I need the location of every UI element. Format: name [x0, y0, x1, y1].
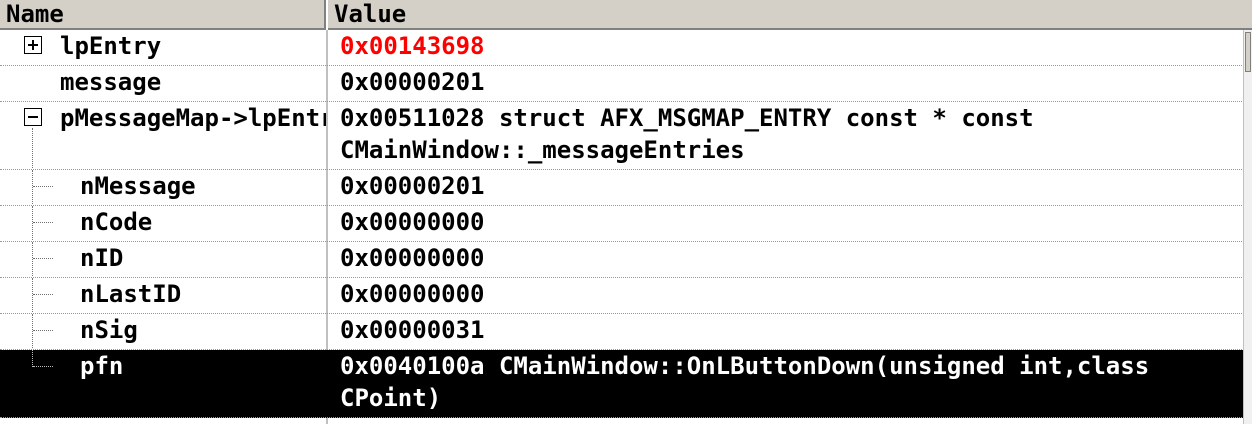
name-cell: nSig [0, 314, 326, 349]
name-cell: pfn [0, 350, 326, 417]
collapse-minus-icon[interactable] [24, 108, 42, 126]
row-name: pfn [80, 352, 124, 380]
row-name: pMessageMap->lpEntries [60, 104, 326, 132]
scrollbar-thumb[interactable] [1245, 32, 1251, 72]
row-value[interactable]: 0x00143698 [340, 30, 1240, 62]
row-name: nLastID [80, 280, 182, 308]
watch-window: Name Value lpEntry 0x00143698 message 0x… [0, 0, 1252, 424]
watch-row-nmessage[interactable]: nMessage 0x00000201 [0, 170, 1244, 206]
row-value[interactable]: 0x00000201 [340, 66, 1240, 98]
tree-branch-icon [33, 366, 53, 367]
watch-row-lpentry[interactable]: lpEntry 0x00143698 [0, 30, 1244, 66]
name-cell: pMessageMap->lpEntries [0, 102, 326, 169]
column-header-value[interactable]: Value [328, 0, 1252, 30]
tree-branch-icon [33, 186, 53, 187]
name-cell: lpEntry [0, 30, 326, 65]
name-cell: message [0, 66, 326, 101]
name-cell: nID [0, 242, 326, 277]
row-value[interactable]: 0x00000000 [340, 242, 1240, 274]
name-cell: nCode [0, 206, 326, 241]
watch-row-nlastid[interactable]: nLastID 0x00000000 [0, 278, 1244, 314]
tree-branch-icon [33, 222, 53, 223]
name-cell: nMessage [0, 170, 326, 205]
watch-row-nsig[interactable]: nSig 0x00000031 [0, 314, 1244, 350]
watch-row-pmessagemap-lpentries[interactable]: pMessageMap->lpEntries 0x00511028 struct… [0, 102, 1244, 170]
watch-row-ncode[interactable]: nCode 0x00000000 [0, 206, 1244, 242]
tree-line-icon [32, 278, 33, 313]
tree-line-icon [32, 350, 33, 367]
column-header-name[interactable]: Name [0, 0, 326, 30]
tree-line-icon [32, 206, 33, 241]
tree-line-icon [32, 242, 33, 277]
row-name: nCode [80, 208, 153, 236]
row-value[interactable]: 0x00000031 [340, 314, 1240, 346]
row-value[interactable]: 0x0040100a CMainWindow::OnLButtonDown(un… [340, 350, 1240, 414]
tree-line-icon [32, 314, 33, 349]
row-name: nSig [80, 316, 138, 344]
row-name: nID [80, 244, 124, 272]
name-cell: nLastID [0, 278, 326, 313]
row-name: message [60, 68, 162, 96]
column-header-value-label: Value [334, 0, 407, 28]
row-name: lpEntry [60, 32, 162, 60]
row-name: nMessage [80, 172, 196, 200]
tree-line-icon [32, 128, 33, 169]
tree-branch-icon [33, 330, 53, 331]
watch-row-pfn[interactable]: pfn 0x0040100a CMainWindow::OnLButtonDow… [0, 350, 1244, 418]
row-value[interactable]: 0x00000000 [340, 206, 1240, 238]
tree-line-icon [32, 170, 33, 205]
tree-branch-icon [33, 258, 53, 259]
expand-plus-icon[interactable] [24, 36, 42, 54]
row-value[interactable]: 0x00000000 [340, 278, 1240, 310]
row-value[interactable]: 0x00511028 struct AFX_MSGMAP_ENTRY const… [340, 102, 1240, 166]
watch-row-nid[interactable]: nID 0x00000000 [0, 242, 1244, 278]
tree-branch-icon [33, 294, 53, 295]
column-header-name-label: Name [6, 0, 64, 28]
row-value[interactable]: 0x00000201 [340, 170, 1240, 202]
watch-row-message[interactable]: message 0x00000201 [0, 66, 1244, 102]
vertical-scrollbar[interactable] [1243, 30, 1252, 424]
